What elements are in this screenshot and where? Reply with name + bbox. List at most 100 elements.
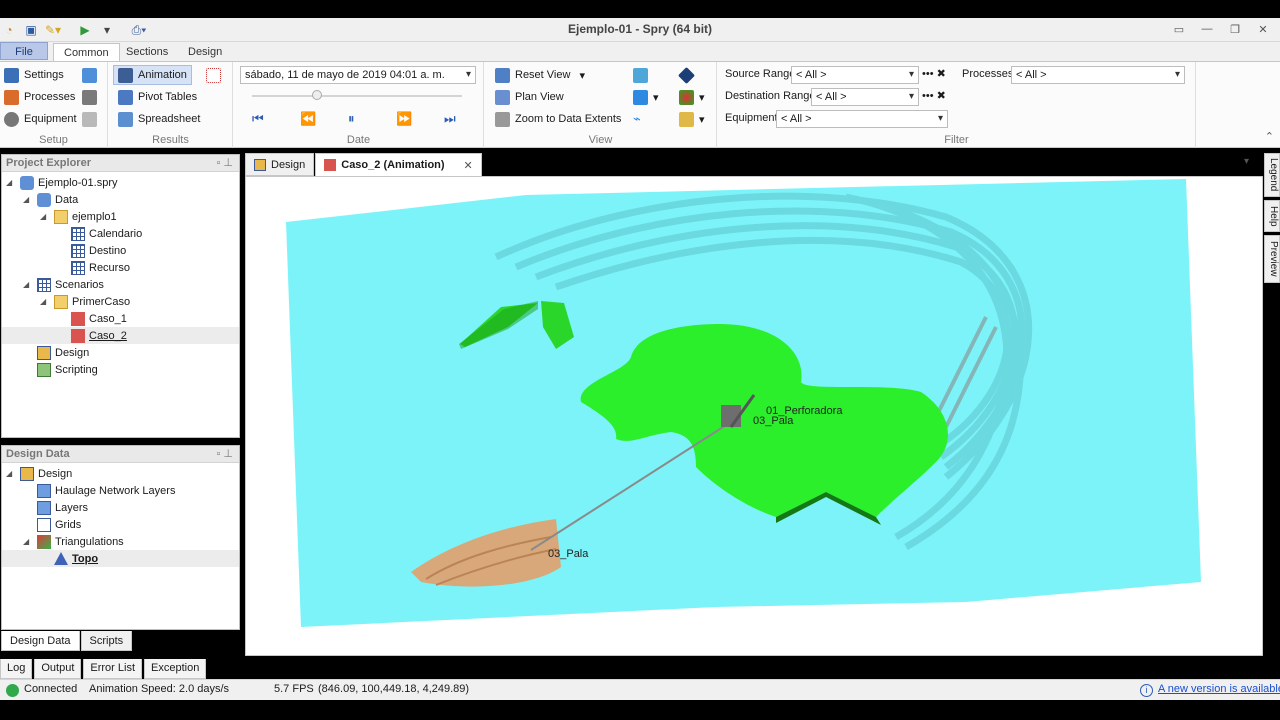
layers-icon bbox=[37, 500, 51, 515]
processes-button[interactable]: Processes bbox=[4, 87, 75, 107]
project-explorer-header: Project Explorer ▫ ⊥ bbox=[2, 155, 239, 172]
timeline-slider-thumb[interactable] bbox=[312, 90, 322, 100]
tree-item-project[interactable]: ◢ Ejemplo-01.spry bbox=[6, 174, 117, 191]
rewind-icon[interactable]: ⏪ bbox=[300, 111, 316, 127]
dd-item-triangulations[interactable]: ◢ Triangulations bbox=[23, 533, 124, 550]
restore-ribbon-icon[interactable]: ▭ bbox=[1168, 21, 1190, 37]
first-frame-icon[interactable]: ⏮ bbox=[252, 111, 264, 127]
window-title: Ejemplo-01 - Spry (64 bit) bbox=[567, 22, 713, 36]
processes-extra-button[interactable] bbox=[82, 87, 97, 107]
update-link[interactable]: A new version is available bbox=[1158, 683, 1280, 695]
tree-item-ejemplo1[interactable]: ◢ ejemplo1 bbox=[40, 208, 117, 225]
tree-item-scripting[interactable]: Scripting bbox=[23, 361, 98, 378]
app-window: ◔ ▣ ✎▾ ▶ ▾ ⎙▾ Ejemplo-01 - Spry (64 bit)… bbox=[0, 0, 1280, 720]
scenarios-icon bbox=[37, 277, 51, 292]
pause-icon[interactable]: ⏸ bbox=[348, 111, 355, 127]
output-tabs: Log Output Error List Exception bbox=[0, 659, 208, 679]
destination-range-combo[interactable]: < All > bbox=[811, 88, 919, 106]
tree-item-calendario[interactable]: Calendario bbox=[57, 225, 142, 242]
view-color-button[interactable]: ▾ bbox=[679, 87, 705, 107]
script-icon bbox=[37, 362, 51, 377]
network-icon bbox=[82, 89, 97, 105]
scenario-icon bbox=[71, 311, 85, 326]
tab-file[interactable]: File bbox=[0, 42, 48, 60]
tab-design-data[interactable]: Design Data bbox=[1, 631, 80, 651]
info-icon: i bbox=[1140, 684, 1153, 697]
dd-item-design[interactable]: ◢ Design bbox=[6, 465, 72, 482]
equipment-extra-button[interactable] bbox=[82, 109, 97, 129]
close-tab-icon[interactable]: ✕ bbox=[464, 159, 473, 172]
tree-item-destino[interactable]: Destino bbox=[57, 242, 126, 259]
view-export-button[interactable]: ▾ bbox=[679, 109, 705, 129]
view-lines-button[interactable]: ⌁ bbox=[633, 109, 641, 129]
date-picker[interactable]: sábado, 11 de mayo de 2019 04:01 a. m. bbox=[240, 66, 476, 84]
maximize-button[interactable]: ❐ bbox=[1224, 21, 1246, 37]
tab-output[interactable]: Output bbox=[34, 659, 82, 679]
document-tabs: Design Caso_2 (Animation) ✕ bbox=[245, 153, 483, 176]
equipment-filter-combo[interactable]: < All > bbox=[776, 110, 948, 128]
group-filter: Source Range < All > ••• ✖ Destination R… bbox=[718, 62, 1196, 148]
processes-filter-combo[interactable]: < All > bbox=[1011, 66, 1185, 84]
project-explorer-pane: Project Explorer ▫ ⊥ ◢ Ejemplo-01.spry ◢ Da… bbox=[1, 154, 240, 438]
tree-item-caso2[interactable]: Caso_2 bbox=[2, 327, 239, 344]
spreadsheet-button[interactable]: Spreadsheet bbox=[118, 109, 200, 129]
last-frame-icon[interactable]: ⏭ bbox=[444, 111, 456, 127]
minimize-button[interactable]: — bbox=[1196, 21, 1218, 37]
side-tab-legend[interactable]: Legend bbox=[1264, 153, 1280, 197]
collapse-ribbon-icon[interactable]: ⌃ bbox=[1265, 130, 1274, 143]
tab-error-list[interactable]: Error List bbox=[83, 659, 143, 679]
design-icon bbox=[37, 345, 51, 360]
close-button[interactable]: ✕ bbox=[1252, 21, 1274, 37]
reset-view-button[interactable]: Reset View ▾ bbox=[495, 65, 585, 85]
source-range-combo[interactable]: < All > bbox=[791, 66, 919, 84]
settings-button[interactable]: Settings bbox=[4, 65, 64, 85]
tab-scripts[interactable]: Scripts bbox=[80, 631, 133, 651]
dd-item-topo[interactable]: Topo bbox=[2, 550, 239, 567]
palette-icon bbox=[679, 89, 694, 105]
zoom-extents-button[interactable]: Zoom to Data Extents bbox=[495, 109, 621, 129]
animation-button[interactable]: Animation bbox=[113, 65, 192, 85]
equipment-button[interactable]: Equipment bbox=[4, 109, 77, 129]
tree-item-recurso[interactable]: Recurso bbox=[57, 259, 130, 276]
tab-design[interactable]: Design bbox=[178, 43, 232, 62]
tree-item-scenarios[interactable]: ◢ Scenarios bbox=[23, 276, 104, 293]
tree-item-design[interactable]: Design bbox=[23, 344, 89, 361]
tree-item-primercaso[interactable]: ◢ PrimerCaso bbox=[40, 293, 130, 310]
table-icon bbox=[71, 260, 85, 275]
status-animation-speed: Animation Speed: 2.0 days/s bbox=[89, 683, 230, 695]
view-layers-button[interactable] bbox=[633, 65, 648, 85]
fast-forward-icon[interactable]: ⏩ bbox=[396, 111, 412, 127]
tab-sections[interactable]: Sections bbox=[116, 43, 178, 62]
plan-view-button[interactable]: Plan View bbox=[495, 87, 564, 107]
tree-item-data[interactable]: ◢ Data bbox=[23, 191, 78, 208]
tab-exception[interactable]: Exception bbox=[144, 659, 207, 679]
doc-tab-design[interactable]: Design bbox=[245, 153, 315, 176]
settings-extra-button[interactable] bbox=[82, 65, 97, 85]
side-tab-preview[interactable]: Preview bbox=[1264, 235, 1280, 283]
side-tabs: Legend Help Preview bbox=[1264, 153, 1280, 286]
view-solid-button[interactable]: ▾ bbox=[633, 87, 659, 107]
grid-icon bbox=[37, 517, 51, 532]
design-icon bbox=[20, 466, 34, 481]
folder-icon bbox=[54, 294, 68, 309]
source-range-more-icon[interactable]: ••• ✖ bbox=[922, 67, 946, 80]
doc-tab-animation[interactable]: Caso_2 (Animation) ✕ bbox=[315, 153, 482, 176]
tab-list-dropdown-icon[interactable]: ▾ bbox=[1244, 156, 1249, 167]
pivot-tables-button[interactable]: Pivot Tables bbox=[118, 87, 197, 107]
chart-extra-button[interactable] bbox=[206, 65, 221, 85]
dd-item-layers[interactable]: Layers bbox=[23, 499, 88, 516]
dd-item-grids[interactable]: Grids bbox=[23, 516, 81, 533]
tab-log[interactable]: Log bbox=[0, 659, 33, 679]
dd-item-haulage[interactable]: Haulage Network Layers bbox=[23, 482, 175, 499]
view-shading-button[interactable] bbox=[678, 65, 695, 85]
pin-icon[interactable]: ▫ ⊥ bbox=[216, 155, 233, 171]
side-tab-help[interactable]: Help bbox=[1264, 200, 1280, 232]
destination-range-more-icon[interactable]: ••• ✖ bbox=[922, 89, 946, 102]
tab-common[interactable]: Common bbox=[53, 43, 120, 62]
timeline-slider-track[interactable] bbox=[252, 95, 462, 97]
layers-icon bbox=[82, 67, 97, 83]
group-label-setup: Setup bbox=[39, 134, 68, 146]
3d-viewport[interactable]: 01_Perforadora 03_Pala 03_Pala bbox=[245, 176, 1263, 656]
tree-item-caso1[interactable]: Caso_1 bbox=[57, 310, 127, 327]
pin-icon[interactable]: ▫ ⊥ bbox=[216, 446, 233, 462]
